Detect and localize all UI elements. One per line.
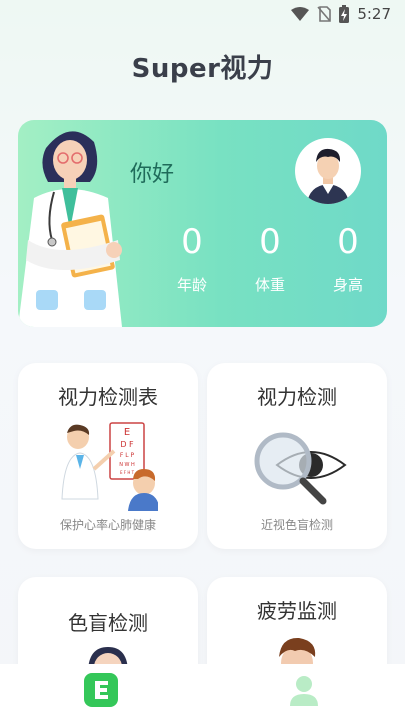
tab-home[interactable] (83, 672, 119, 712)
svg-text:N W H: N W H (119, 462, 135, 468)
stat-weight-label: 体重 (254, 276, 285, 294)
svg-text:F L P: F L P (120, 452, 135, 459)
svg-text:E: E (124, 427, 130, 438)
stat-weight-value: 0 (259, 222, 281, 262)
stat-height-label: 身高 (332, 276, 363, 294)
no-sim-icon (317, 6, 332, 22)
card-fatigue-title: 疲劳监测 (257, 599, 337, 623)
user-avatar-icon (307, 148, 349, 204)
eye-magnifier-icon (247, 421, 347, 511)
profile-card[interactable]: 你好 0 年龄 0 体重 0 身高 (18, 120, 387, 327)
eye-chart-doctor-icon: E D F F L P N W H E F H T (58, 421, 160, 511)
stat-weight: 0 体重 (240, 222, 300, 295)
stat-age-value: 0 (181, 222, 203, 262)
card-vision-chart-title: 视力检测表 (58, 385, 158, 409)
status-time: 5:27 (357, 5, 391, 23)
card-vision-chart[interactable]: 视力检测表 E D F F L P N W H E F H T 保护心率心肺健康 (18, 363, 198, 549)
card-vision-test[interactable]: 视力检测 近视色盲检测 (207, 363, 387, 549)
status-bar: 5:27 (0, 0, 405, 28)
tab-profile[interactable] (286, 672, 322, 712)
greeting-text: 你好 (130, 162, 175, 187)
doctor-illustration (18, 120, 138, 327)
card-vision-test-subtitle: 近视色盲检测 (260, 518, 333, 532)
svg-text:E F H T: E F H T (120, 470, 135, 475)
home-e-icon (84, 673, 119, 707)
wifi-icon (291, 7, 310, 21)
battery-charging-icon (339, 5, 350, 23)
card-vision-test-title: 视力检测 (257, 385, 337, 409)
card-color-blind-title: 色盲检测 (68, 611, 148, 635)
stat-age: 0 年龄 (162, 222, 222, 295)
stat-height-value: 0 (337, 222, 359, 262)
stat-height: 0 身高 (318, 222, 378, 295)
user-avatar[interactable] (295, 138, 361, 204)
bottom-tab-bar (0, 664, 405, 720)
svg-text:D F: D F (120, 440, 134, 449)
stat-age-label: 年龄 (176, 276, 207, 294)
app-title: Super视力 (131, 54, 274, 84)
profile-icon (289, 676, 318, 706)
card-vision-chart-subtitle: 保护心率心肺健康 (59, 518, 156, 532)
